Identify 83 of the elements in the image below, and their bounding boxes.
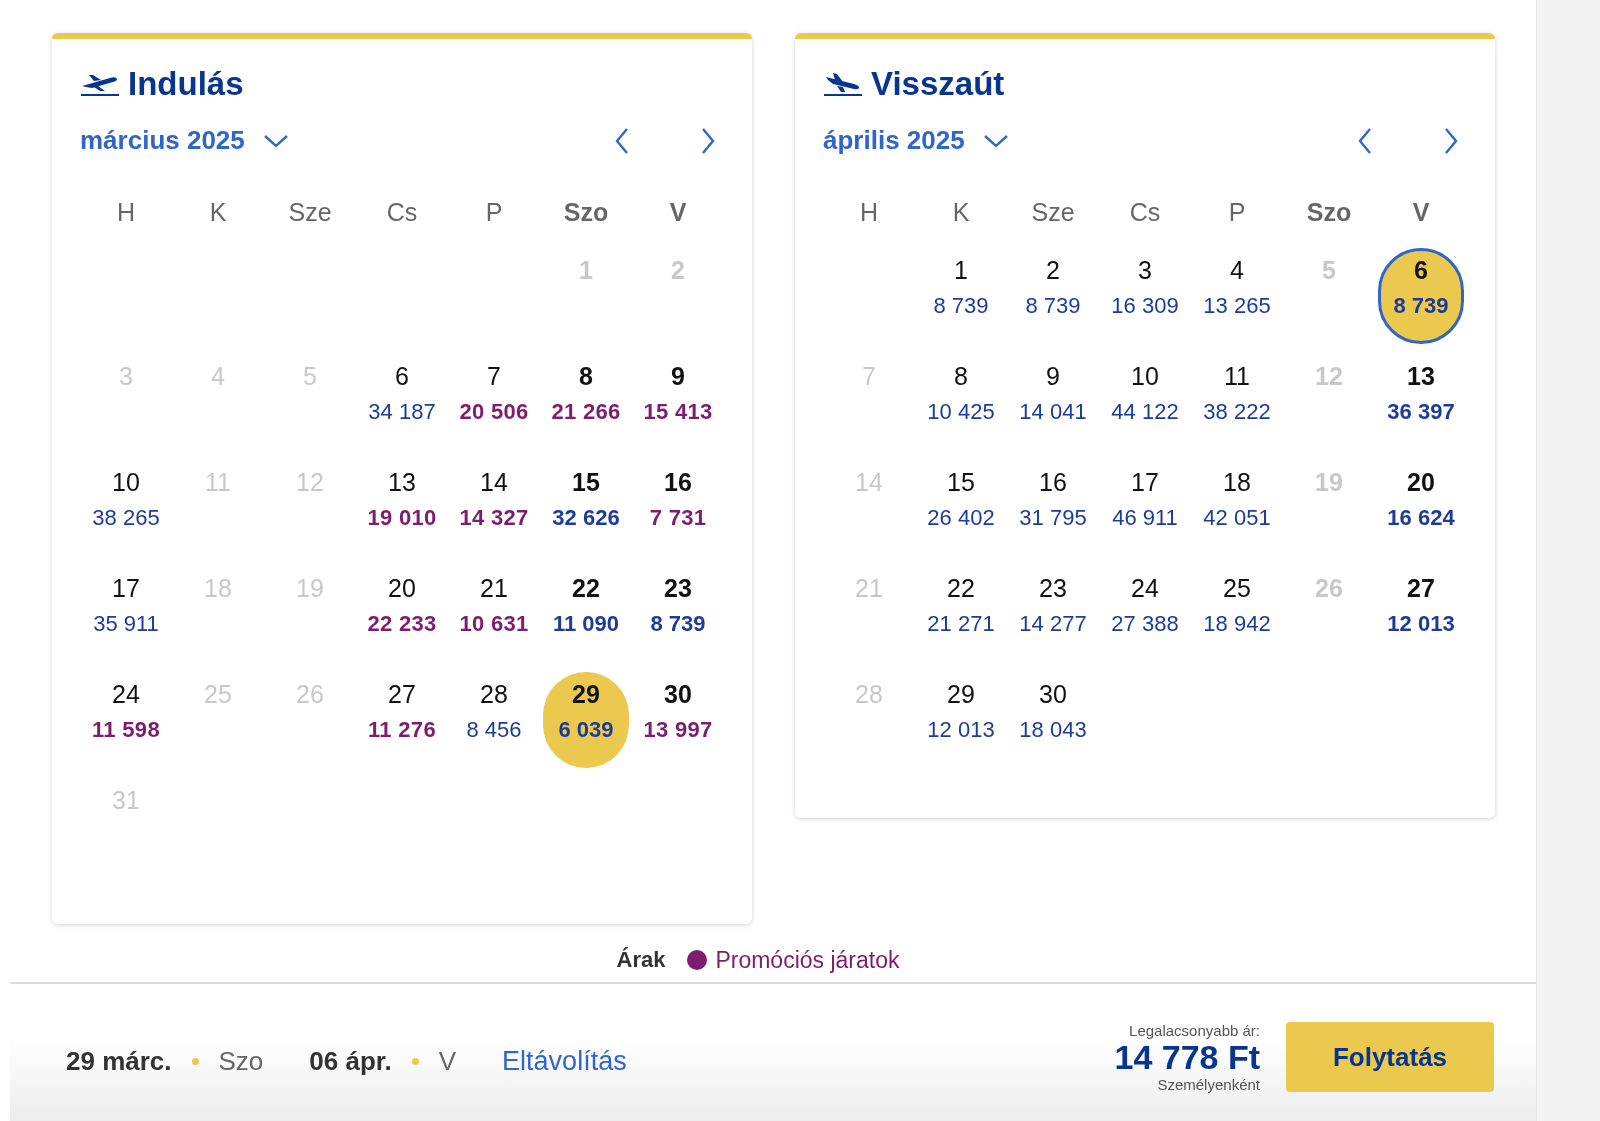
separator-dot xyxy=(191,1058,199,1065)
selected-date: 06 ápr. xyxy=(309,1046,392,1077)
calendar-day[interactable]: 27 11 276 xyxy=(359,672,445,768)
calendar-day[interactable]: 8 10 425 xyxy=(918,354,1004,450)
price-caption: Legalacsonyabb ár: xyxy=(1129,1021,1260,1039)
weekday-label: K xyxy=(951,197,971,227)
weekday-label: Szo xyxy=(562,197,610,227)
chevron-left-icon xyxy=(1357,126,1373,155)
chevron-down-icon xyxy=(982,132,1009,149)
weekday-label: H xyxy=(115,197,137,227)
calendar-day[interactable]: 28 8 456 xyxy=(451,672,537,768)
calendar-day[interactable]: 21 10 631 xyxy=(451,566,537,662)
date-weekday: Szo xyxy=(218,1046,264,1077)
calendar-day[interactable]: 27 12 013 xyxy=(1378,566,1464,662)
calendar-day[interactable]: 13 19 010 xyxy=(359,460,445,556)
calendar-day[interactable]: 4 13 265 xyxy=(1194,248,1280,344)
calendar-day[interactable]: 3 16 309 xyxy=(1102,248,1188,344)
total-price: 14 778 Ft xyxy=(1114,1038,1260,1077)
calendar-day[interactable]: 20 16 624 xyxy=(1378,460,1464,556)
weekday-label: P xyxy=(484,197,504,227)
calendar-day[interactable]: 10 38 265 xyxy=(83,460,169,556)
calendar-day[interactable]: 17 35 911 xyxy=(83,566,169,662)
legend-text: Promóciós járatok xyxy=(715,946,900,974)
calendar-day[interactable]: 17 46 911 xyxy=(1102,460,1188,556)
calendar-day[interactable]: 1 8 739 xyxy=(918,248,1004,344)
chevron-down-icon xyxy=(262,132,289,149)
calendar-day[interactable]: 20 22 233 xyxy=(359,566,445,662)
calendar-title: Visszaút xyxy=(871,65,1005,103)
calendar-day[interactable]: 15 32 626 xyxy=(543,460,629,556)
weekday-label: K xyxy=(208,197,228,227)
calendar-day[interactable]: 6 34 187 xyxy=(359,354,445,450)
next-month-button[interactable] xyxy=(1443,126,1459,155)
calendar-day[interactable]: 6 8 739 xyxy=(1378,248,1464,344)
calendar-day[interactable]: 30 18 043 xyxy=(1010,672,1096,768)
weekday-label: V xyxy=(668,197,688,227)
selected-date: 29 márc. xyxy=(66,1046,172,1077)
price-note: Személyenként xyxy=(1157,1076,1260,1094)
weekday-label: Cs xyxy=(385,197,419,227)
calendar-day[interactable]: 24 27 388 xyxy=(1102,566,1188,662)
calendar-day[interactable]: 7 20 506 xyxy=(451,354,537,450)
calendar-day[interactable]: 2 8 739 xyxy=(1010,248,1096,344)
weekday-label: V xyxy=(1411,197,1431,227)
weekday-label: Cs xyxy=(1128,197,1162,227)
calendar-day[interactable]: 15 26 402 xyxy=(918,460,1004,556)
calendar-day[interactable]: 29 12 013 xyxy=(918,672,1004,768)
separator-dot xyxy=(411,1058,419,1065)
calendar-day[interactable]: 9 14 041 xyxy=(1010,354,1096,450)
chevron-left-icon xyxy=(614,126,630,155)
weekday-label: H xyxy=(858,197,880,227)
chevron-right-icon xyxy=(1443,126,1459,155)
calendar-day[interactable]: 16 31 795 xyxy=(1010,460,1096,556)
calendar-day[interactable]: 25 18 942 xyxy=(1194,566,1280,662)
calendar-day[interactable]: 18 42 051 xyxy=(1194,460,1280,556)
calendar-day[interactable]: 22 21 271 xyxy=(918,566,1004,662)
calendar-day[interactable]: 16 7 731 xyxy=(635,460,721,556)
calendar-day[interactable]: 22 11 090 xyxy=(543,566,629,662)
month-dropdown[interactable]: március 2025 xyxy=(80,125,289,156)
calendar-day[interactable]: 23 8 739 xyxy=(635,566,721,662)
weekday-label: P xyxy=(1227,197,1247,227)
previous-month-button[interactable] xyxy=(614,126,630,155)
weekday-label: Sze xyxy=(1030,197,1076,227)
next-month-button[interactable] xyxy=(700,126,716,155)
continue-button[interactable]: Folytatás xyxy=(1286,1022,1494,1093)
calendar-day[interactable]: 11 38 222 xyxy=(1194,354,1280,450)
calendar-day[interactable]: 23 14 277 xyxy=(1010,566,1096,662)
plane-landing-icon xyxy=(823,71,863,97)
date-weekday: V xyxy=(438,1046,457,1077)
calendar-day[interactable]: 8 21 266 xyxy=(543,354,629,450)
calendar-day[interactable]: 10 44 122 xyxy=(1102,354,1188,450)
chevron-right-icon xyxy=(700,126,716,155)
month-dropdown[interactable]: április 2025 xyxy=(823,125,1009,156)
calendar-day[interactable]: 24 11 598 xyxy=(83,672,169,768)
calendar-day[interactable]: 14 14 327 xyxy=(451,460,537,556)
legend-label: Árak xyxy=(616,947,666,973)
calendar-title: Indulás xyxy=(128,65,244,103)
calendar-day[interactable]: 30 13 997 xyxy=(635,672,721,768)
remove-link[interactable]: Eltávolítás xyxy=(502,1046,627,1077)
weekday-label: Sze xyxy=(287,197,333,227)
calendar-day[interactable]: 29 6 039 xyxy=(543,672,629,768)
calendar-day[interactable]: 9 15 413 xyxy=(635,354,721,450)
weekday-label: Szo xyxy=(1305,197,1353,227)
calendar-day[interactable]: 13 36 397 xyxy=(1378,354,1464,450)
previous-month-button[interactable] xyxy=(1357,126,1373,155)
